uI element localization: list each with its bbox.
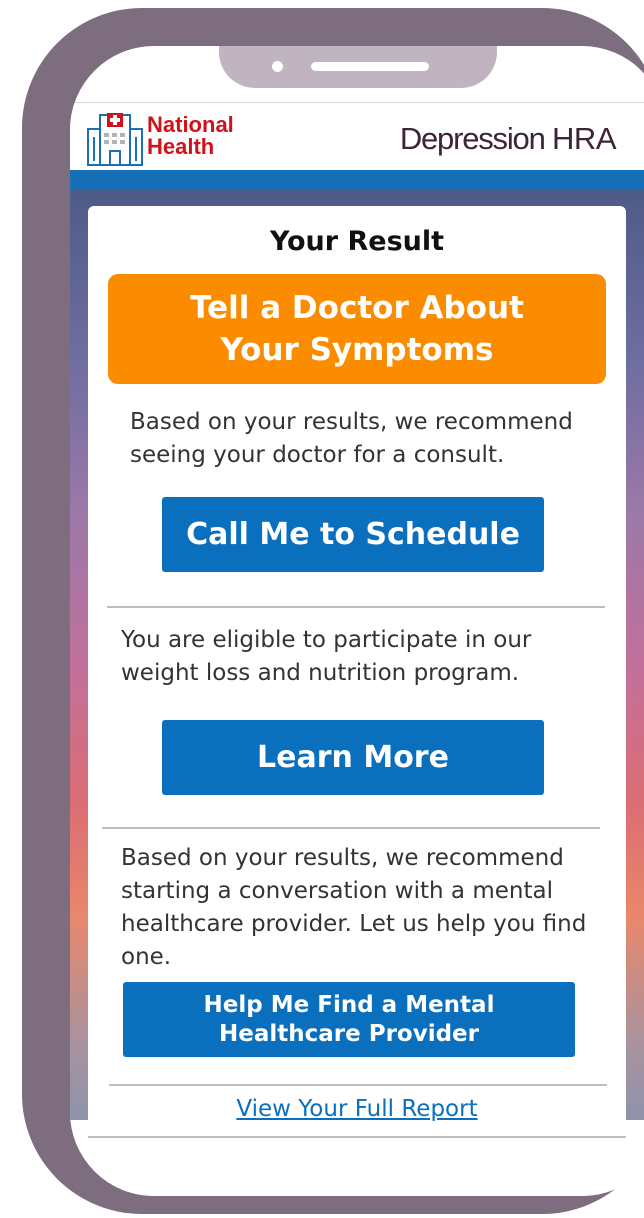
recommendation-alert: Tell a Doctor About Your Symptoms xyxy=(108,274,606,384)
divider xyxy=(109,1084,607,1086)
page-title-main: Depression xyxy=(399,121,546,156)
alert-line2: Your Symptoms xyxy=(220,332,494,368)
mental-health-recommendation-text: Based on your results, we recommend star… xyxy=(121,845,587,970)
doctor-recommendation-text: Based on your results, we recommend seei… xyxy=(130,409,573,468)
divider xyxy=(107,606,605,608)
speaker-icon xyxy=(311,62,429,71)
app-header: National Health Depression HRA xyxy=(70,102,644,171)
find-mental-healthcare-provider-button[interactable]: Help Me Find a Mental Healthcare Provide… xyxy=(123,982,575,1057)
hospital-icon xyxy=(87,113,143,166)
view-full-report-link[interactable]: View Your Full Report xyxy=(88,1096,626,1122)
page-title-suffix: HRA xyxy=(552,121,616,156)
phone-screen: National Health Depression HRA Your Resu… xyxy=(70,46,644,1196)
side-button-lower xyxy=(36,334,46,472)
divider xyxy=(102,827,600,829)
logo-text: National Health xyxy=(147,114,277,158)
phone-frame: National Health Depression HRA Your Resu… xyxy=(22,8,644,1214)
call-me-to-schedule-button[interactable]: Call Me to Schedule xyxy=(162,497,544,572)
logo-text-line1: National xyxy=(147,112,234,137)
result-card: Your Result Tell a Doctor About Your Sym… xyxy=(88,206,626,1136)
learn-more-button[interactable]: Learn More xyxy=(162,720,544,795)
result-heading: Your Result xyxy=(269,226,445,257)
program-eligibility-text: You are eligible to participate in our w… xyxy=(121,627,532,686)
camera-icon xyxy=(272,61,283,72)
page-title: Depression HRA xyxy=(399,121,617,157)
side-button-upper xyxy=(36,180,46,315)
alert-line1: Tell a Doctor About xyxy=(190,290,524,326)
bottom-divider xyxy=(88,1136,626,1138)
find-provider-button-line2: Healthcare Provider xyxy=(218,1020,479,1047)
logo-text-line2: Health xyxy=(147,134,215,159)
header-band xyxy=(70,170,644,190)
find-provider-button-line1: Help Me Find a Mental xyxy=(203,991,495,1018)
phone-notch xyxy=(219,46,497,88)
recommendation-alert-text: Tell a Doctor About Your Symptoms xyxy=(147,287,567,371)
